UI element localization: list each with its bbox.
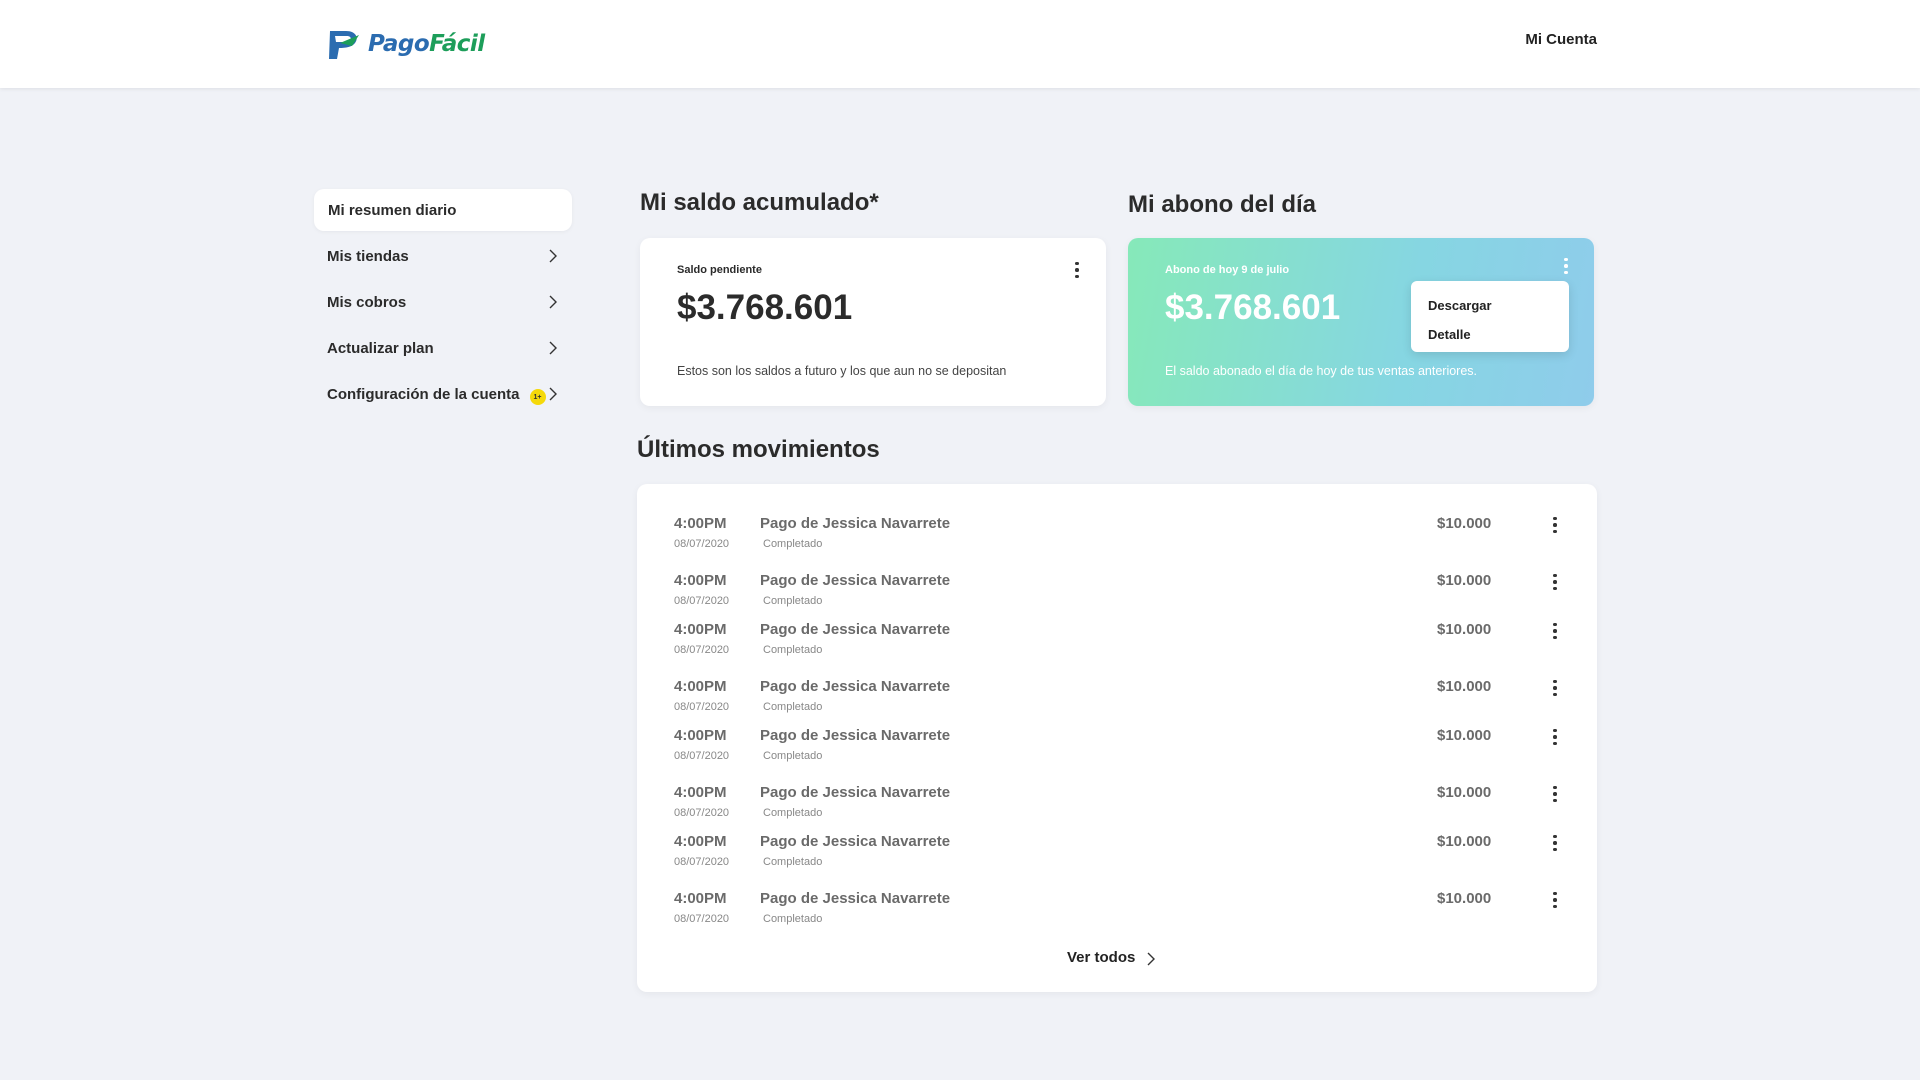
more-options-icon[interactable]: [1545, 678, 1565, 698]
deposit-section-title: Mi abono del día: [1128, 191, 1317, 218]
movement-description: Pago de Jessica Navarrete: [760, 727, 951, 744]
table-row[interactable]: 4:00PM 08/07/2020 Pago de Jessica Navarr…: [637, 678, 1597, 722]
pagofacil-logo[interactable]: PagoFácil: [326, 26, 485, 62]
pagofacil-logo-icon: [329, 31, 359, 59]
logo-wordmark: PagoFácil: [368, 31, 485, 57]
sidebar-item-account-settings[interactable]: Configuración de la cuenta 1+: [314, 373, 572, 415]
movement-date: 08/07/2020: [674, 595, 730, 607]
chevron-right-icon: [549, 387, 557, 401]
deposit-options-menu: Descargar Detalle: [1411, 281, 1569, 352]
logo-wordmark-pago: Pago: [368, 31, 430, 57]
movement-description: Pago de Jessica Navarrete: [760, 572, 951, 589]
movement-time: 4:00PM: [674, 515, 727, 532]
movement-date: 08/07/2020: [674, 701, 730, 713]
movement-date: 08/07/2020: [674, 913, 730, 925]
my-account-link[interactable]: Mi Cuenta: [1525, 31, 1597, 48]
movement-status: Completado: [763, 644, 823, 656]
movement-time: 4:00PM: [674, 833, 727, 850]
movement-time: 4:00PM: [674, 572, 727, 589]
table-row[interactable]: 4:00PM 08/07/2020 Pago de Jessica Navarr…: [637, 727, 1597, 771]
chevron-right-icon: [549, 295, 557, 309]
movement-description: Pago de Jessica Navarrete: [760, 833, 951, 850]
top-bar: PagoFácil Mi Cuenta: [0, 0, 1920, 88]
table-row[interactable]: 4:00PM 08/07/2020 Pago de Jessica Navarr…: [637, 621, 1597, 665]
sidebar-nav: Mi resumen diario Mis tiendas Mis cobros…: [314, 189, 572, 415]
movement-description: Pago de Jessica Navarrete: [760, 784, 951, 801]
movement-amount: $10.000: [1437, 727, 1492, 744]
movement-status: Completado: [763, 701, 823, 713]
movement-status: Completado: [763, 595, 823, 607]
see-all-link[interactable]: Ver todos: [1067, 948, 1157, 966]
movement-time: 4:00PM: [674, 727, 727, 744]
chevron-right-icon: [1147, 952, 1156, 966]
balance-description: Estos son los saldos a futuro y los que …: [677, 364, 1007, 378]
table-row[interactable]: 4:00PM 08/07/2020 Pago de Jessica Navarr…: [637, 515, 1597, 559]
table-row[interactable]: 4:00PM 08/07/2020 Pago de Jessica Navarr…: [637, 890, 1597, 934]
chevron-right-icon: [549, 341, 557, 355]
sidebar-item-daily-summary[interactable]: Mi resumen diario: [314, 189, 572, 231]
more-options-icon[interactable]: [1545, 784, 1565, 804]
movement-amount: $10.000: [1437, 890, 1492, 907]
movement-time: 4:00PM: [674, 890, 727, 907]
table-row[interactable]: 4:00PM 08/07/2020 Pago de Jessica Navarr…: [637, 784, 1597, 828]
movement-status: Completado: [763, 913, 823, 925]
movement-date: 08/07/2020: [674, 644, 730, 656]
more-options-icon[interactable]: [1545, 833, 1565, 853]
movement-amount: $10.000: [1437, 572, 1492, 589]
more-options-icon[interactable]: [1556, 256, 1576, 276]
movement-amount: $10.000: [1437, 621, 1492, 638]
table-row[interactable]: 4:00PM 08/07/2020 Pago de Jessica Navarr…: [637, 833, 1597, 877]
movement-amount: $10.000: [1437, 515, 1492, 532]
movement-description: Pago de Jessica Navarrete: [760, 621, 951, 638]
movement-description: Pago de Jessica Navarrete: [760, 515, 951, 532]
notification-badge: 1+: [529, 389, 546, 405]
movement-amount: $10.000: [1437, 784, 1492, 801]
logo-wordmark-facil: Fácil: [429, 31, 485, 57]
movements-card: 4:00PM 08/07/2020 Pago de Jessica Navarr…: [637, 484, 1597, 992]
movement-date: 08/07/2020: [674, 750, 730, 762]
movement-time: 4:00PM: [674, 784, 727, 801]
deposit-label: Abono de hoy 9 de julio: [1165, 264, 1290, 276]
movement-status: Completado: [763, 856, 823, 868]
balance-card: Saldo pendiente $3.768.601 Estos son los…: [640, 238, 1106, 406]
balance-amount: $3.768.601: [677, 288, 853, 327]
movement-date: 08/07/2020: [674, 807, 730, 819]
movement-status: Completado: [763, 807, 823, 819]
more-options-icon[interactable]: [1067, 260, 1087, 280]
movement-description: Pago de Jessica Navarrete: [760, 678, 951, 695]
sidebar-item-label: Configuración de la cuenta: [327, 385, 520, 403]
more-options-icon[interactable]: [1545, 621, 1565, 641]
menu-item-download[interactable]: Descargar: [1411, 291, 1569, 320]
balance-label: Saldo pendiente: [677, 264, 762, 276]
table-row[interactable]: 4:00PM 08/07/2020 Pago de Jessica Navarr…: [637, 572, 1597, 616]
movement-time: 4:00PM: [674, 621, 727, 638]
movement-description: Pago de Jessica Navarrete: [760, 890, 951, 907]
movements-section-title: Últimos movimientos: [637, 436, 880, 463]
sidebar-item-label: Actualizar plan: [327, 339, 434, 357]
movement-amount: $10.000: [1437, 678, 1492, 695]
sidebar-item-update-plan[interactable]: Actualizar plan: [314, 327, 572, 369]
chevron-right-icon: [549, 249, 557, 263]
movement-status: Completado: [763, 538, 823, 550]
sidebar-item-label: Mis cobros: [327, 293, 407, 311]
movement-status: Completado: [763, 750, 823, 762]
menu-item-detail[interactable]: Detalle: [1411, 320, 1569, 349]
deposit-amount: $3.768.601: [1165, 288, 1341, 327]
movement-amount: $10.000: [1437, 833, 1492, 850]
more-options-icon[interactable]: [1545, 572, 1565, 592]
more-options-icon[interactable]: [1545, 515, 1565, 535]
movement-time: 4:00PM: [674, 678, 727, 695]
see-all-label: Ver todos: [1067, 948, 1136, 966]
movement-date: 08/07/2020: [674, 856, 730, 868]
sidebar-item-my-charges[interactable]: Mis cobros: [314, 281, 572, 323]
sidebar-item-label: Mis tiendas: [327, 247, 409, 265]
more-options-icon[interactable]: [1545, 727, 1565, 747]
sidebar-item-label: Mi resumen diario: [328, 201, 457, 219]
deposit-description: El saldo abonado el día de hoy de tus ve…: [1165, 364, 1478, 378]
sidebar-item-my-stores[interactable]: Mis tiendas: [314, 235, 572, 277]
more-options-icon[interactable]: [1545, 890, 1565, 910]
movement-date: 08/07/2020: [674, 538, 730, 550]
balance-section-title: Mi saldo acumulado*: [640, 189, 879, 216]
